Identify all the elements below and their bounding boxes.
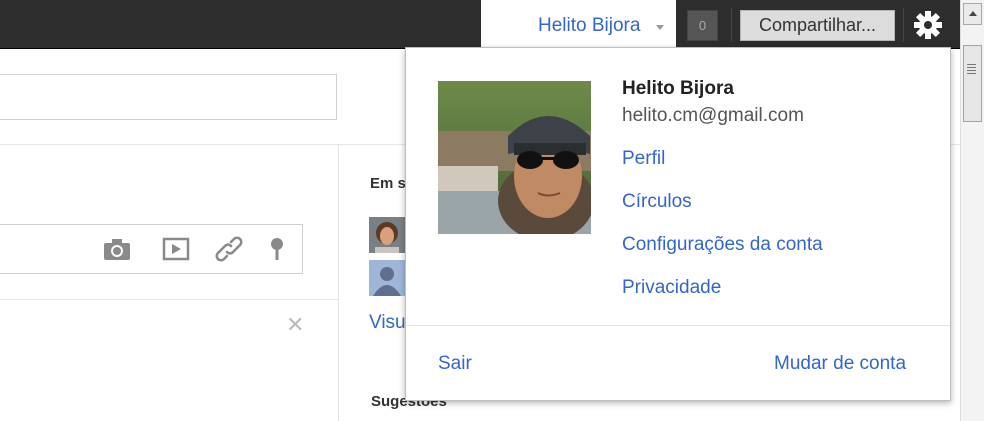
gear-icon[interactable] — [913, 10, 943, 40]
notification-count-button[interactable]: 0 — [687, 10, 718, 41]
divider — [903, 8, 904, 42]
link-icon[interactable] — [215, 236, 243, 262]
account-email: helito.cm@gmail.com — [622, 105, 804, 126]
account-settings-link[interactable]: Configurações da conta — [622, 234, 823, 256]
scroll-up-button[interactable] — [963, 3, 982, 25]
chevron-down-icon[interactable] — [656, 25, 664, 30]
divider — [731, 8, 732, 42]
camera-icon[interactable] — [103, 236, 131, 262]
video-icon[interactable] — [162, 236, 190, 262]
profile-link[interactable]: Perfil — [622, 148, 665, 170]
sidebar-heading: Em s — [370, 175, 406, 192]
divider — [406, 325, 950, 326]
switch-account-link[interactable]: Mudar de conta — [774, 353, 906, 375]
share-button[interactable]: Compartilhar... — [740, 10, 895, 41]
view-all-link[interactable]: Visu — [369, 312, 406, 334]
privacy-link[interactable]: Privacidade — [622, 277, 721, 299]
profile-photo — [438, 81, 591, 234]
share-box-input[interactable] — [0, 224, 303, 274]
scrollbar-grip — [967, 67, 976, 68]
close-icon[interactable]: ✕ — [286, 314, 304, 336]
account-dropdown: Helito Bijora helito.cm@gmail.com Perfil… — [405, 47, 951, 401]
account-name-button[interactable]: Helito Bijora — [538, 15, 640, 37]
scrollbar-thumb[interactable] — [963, 45, 982, 122]
avatar[interactable] — [369, 260, 405, 296]
divider — [0, 299, 338, 300]
search-input[interactable] — [0, 74, 337, 120]
scrollbar-grip — [967, 64, 976, 65]
scrollbar-grip — [967, 73, 976, 74]
scrollbar-grip — [967, 70, 976, 71]
circles-link[interactable]: Círculos — [622, 191, 692, 213]
column-divider — [338, 145, 339, 421]
account-name: Helito Bijora — [622, 78, 734, 99]
avatar[interactable] — [369, 217, 405, 253]
location-icon[interactable] — [263, 236, 291, 262]
sign-out-link[interactable]: Sair — [438, 353, 472, 375]
